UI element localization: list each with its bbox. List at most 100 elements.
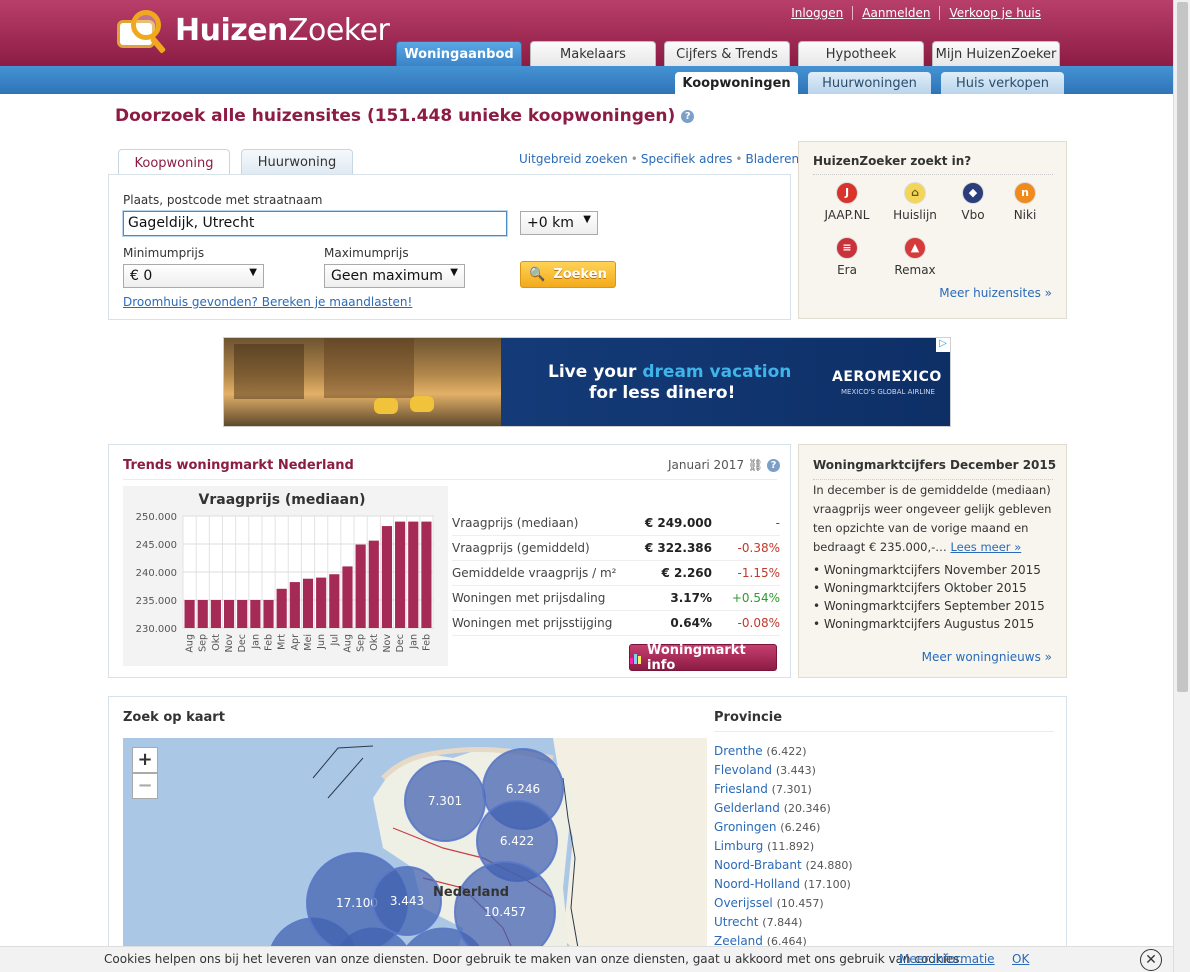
scrollbar[interactable] [1173,0,1190,972]
search-button[interactable]: 🔍 Zoeken [520,261,616,288]
browse-link[interactable]: Bladeren [745,152,799,166]
read-more-link[interactable]: Lees meer » [950,540,1021,554]
site-remax[interactable]: ▲ Remax [885,237,945,277]
news-link[interactable]: Woningmarktcijfers Oktober 2015 [824,581,1027,595]
zoom-in-button[interactable]: + [132,747,158,773]
province-link[interactable]: Noord-Holland [714,877,800,891]
register-link[interactable]: Aanmelden [852,6,939,20]
ad-banner[interactable]: Live your dream vacation for less dinero… [223,337,951,427]
chart-bar [302,578,314,628]
x-tick-label: Jan [408,634,419,650]
chart-bar [421,521,432,628]
province-link[interactable]: Drenthe [714,744,763,758]
site-era[interactable]: ≡ Era [817,237,877,277]
chart-svg: Vraagprijs (mediaan) 230.000 235.000 240.00… [136,492,434,653]
subtab-huis-verkopen[interactable]: Huis verkopen [941,72,1064,94]
map-cluster-label: 10.457 [484,905,526,919]
sell-house-link[interactable]: Verkoop je huis [939,6,1050,20]
page-title: Doorzoek alle huizensites (151.448 uniek… [115,106,695,126]
subtab-koopwoningen[interactable]: Koopwoningen [675,72,798,94]
news-link[interactable]: Woningmarktcijfers September 2015 [824,599,1045,613]
trends-date: Januari 2017 ⛓ ? [668,458,780,472]
province-item: Noord-Holland (17.100) [714,875,1054,894]
province-link[interactable]: Gelderland [714,801,780,815]
scrollbar-thumb[interactable] [1177,2,1188,692]
era-icon: ≡ [836,237,858,259]
adchoices-icon[interactable]: ▷ [936,338,950,352]
site-huislijn[interactable]: ⌂ Huislijn [885,182,945,222]
province-link[interactable]: Friesland [714,782,768,796]
logo-text: HuizenZoeker [175,12,390,48]
province-count: (17.100) [803,878,851,891]
more-sites-link[interactable]: Meer huizensites » [939,286,1052,300]
site-niki[interactable]: n Niki [995,182,1055,222]
stats-table: Vraagprijs (mediaan) € 249.000- Vraagprijs… [452,511,780,636]
cookie-ok-link[interactable]: OK [1012,952,1029,966]
trends-panel: Trends woningmarkt Nederland Januari 201… [108,444,791,678]
map-cluster-label: 7.301 [428,794,462,808]
province-link[interactable]: Limburg [714,839,763,853]
province-item: Groningen (6.246) [714,818,1054,837]
province-link[interactable]: Groningen [714,820,776,834]
news-text: In december is de gemiddelde (mediaan) v… [813,483,1052,554]
stat-label: Woningen met prijsstijging [452,616,613,630]
site-jaap[interactable]: J JAAP.NL [817,182,877,222]
help-icon[interactable]: ? [766,459,780,472]
chart-bar [210,600,221,628]
vbo-icon: ◆ [962,182,984,204]
max-price-label: Maximumprijs [324,246,409,260]
woningmarkt-info-button[interactable]: Woningmarkt info [629,643,777,673]
help-icon[interactable]: ? [681,109,695,123]
specific-address-link[interactable]: Specifiek adres [641,152,733,166]
zoom-out-button[interactable]: − [132,773,158,799]
tab-cijfers-trends[interactable]: Cijfers & Trends [664,41,790,66]
province-count: (3.443) [775,764,816,777]
max-price-select[interactable]: Geen maximum ▼ [324,264,465,288]
news-title: Woningmarktcijfers December 2015 [813,458,1057,472]
max-price-value: Geen maximum [331,268,443,284]
link-icon[interactable]: ⛓ [748,458,763,472]
news-link[interactable]: Woningmarktcijfers November 2015 [824,563,1041,577]
bar-chart-icon [630,652,641,664]
province-link[interactable]: Noord-Brabant [714,858,802,872]
map-svg: 7.301 6.246 6.422 17.100 3.443 10.457 Nederla… [267,738,707,972]
chart-bar [408,521,419,628]
province-count: (7.844) [762,916,803,929]
x-tick-label: Okt [211,634,222,651]
tab-huurwoning[interactable]: Huurwoning [241,149,353,175]
tab-hypotheek[interactable]: Hypotheek [798,41,924,66]
x-tick-label: Aug [342,634,353,653]
mortgage-calc-link[interactable]: Droomhuis gevonden? Bereken je maandlast… [123,295,412,309]
news-link[interactable]: Woningmarktcijfers Augustus 2015 [824,617,1034,631]
province-link[interactable]: Flevoland [714,763,772,777]
min-price-select[interactable]: € 0 ▼ [123,264,264,288]
advanced-search-link[interactable]: Uitgebreid zoeken [519,152,628,166]
chevron-down-icon: ▼ [450,267,458,278]
login-link[interactable]: Inloggen [782,6,852,20]
stat-row: Woningen met prijsstijging 0.64% -0.08% [452,611,780,636]
chart-bar [329,574,340,628]
province-link[interactable]: Overijssel [714,896,773,910]
divider [123,479,777,480]
radius-select[interactable]: +0 km ▼ [520,211,598,235]
tab-koopwoning[interactable]: Koopwoning [118,149,230,176]
place-input[interactable]: Gageldijk, Utrecht [123,211,507,236]
province-count: (10.457) [776,897,824,910]
x-tick-label: Nov [224,634,235,653]
y-tick-label: 240.000 [136,568,177,579]
logo[interactable]: HuizenZoeker [113,4,390,56]
province-item: Noord-Brabant (24.880) [714,856,1054,875]
chart-bar [316,577,327,628]
more-news-link[interactable]: Meer woningnieuws » [922,650,1052,664]
cookie-more-info-link[interactable]: Meer informatie [899,952,995,966]
map[interactable]: 7.301 6.246 6.422 17.100 3.443 10.457 Nederla… [123,738,707,972]
tab-mijn-huizenzoeker[interactable]: Mijn HuizenZoeker [932,41,1060,66]
site-vbo[interactable]: ◆ Vbo [943,182,1003,222]
tab-woningaanbod[interactable]: Woningaanbod [396,41,522,66]
close-icon[interactable]: ✕ [1140,949,1162,971]
province-link[interactable]: Utrecht [714,915,758,929]
subtab-huurwoningen[interactable]: Huurwoningen [808,72,931,94]
news-list: Woningmarktcijfers November 2015 Woningm… [813,561,1045,633]
news-panel: Woningmarktcijfers December 2015 In dece… [798,444,1067,678]
tab-makelaars[interactable]: Makelaars [530,41,656,66]
